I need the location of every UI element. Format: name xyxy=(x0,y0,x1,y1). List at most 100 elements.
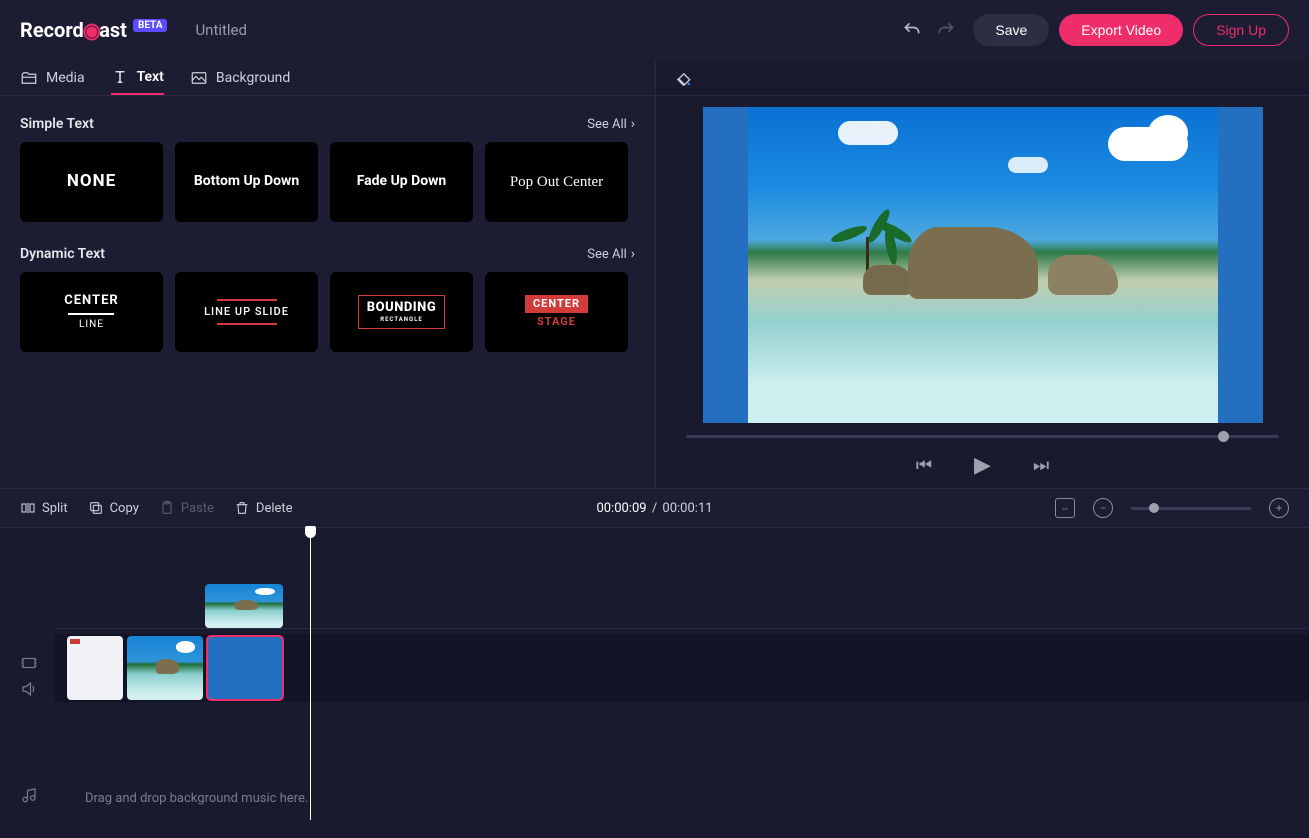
rewind-icon: ⏮ xyxy=(916,455,932,475)
divider-icon xyxy=(217,323,277,325)
text-preset-center-line[interactable]: CENTER LINE xyxy=(20,272,163,352)
chevron-right-icon: › xyxy=(631,116,635,132)
see-all-label: See All xyxy=(587,247,627,262)
text-preset-bounding-rectangle[interactable]: BOUNDING RECTANGLE xyxy=(330,272,473,352)
video-clip-2[interactable] xyxy=(127,636,203,700)
paste-icon xyxy=(159,500,175,516)
split-button[interactable]: Split xyxy=(20,500,68,516)
see-all-label: See All xyxy=(587,117,627,132)
preset-line-1: CENTER xyxy=(64,293,119,309)
forward-button[interactable]: ⏭ xyxy=(1033,455,1049,476)
preset-line-2: LINE xyxy=(79,319,104,332)
left-panel: Media Text Background Simple Text See Al… xyxy=(0,60,655,488)
toolbar-label: Delete xyxy=(256,501,293,516)
project-title[interactable]: Untitled xyxy=(195,21,247,39)
preset-line: LINE UP SLIDE xyxy=(204,305,289,319)
zoom-out-button[interactable]: − xyxy=(1093,498,1113,518)
logo-text-2: ast xyxy=(99,18,127,42)
cloud-icon xyxy=(1008,157,1048,173)
rock-icon xyxy=(1048,255,1118,295)
text-icon xyxy=(111,68,129,86)
overlay-clip[interactable] xyxy=(205,584,283,628)
text-preset-bottom-up-down[interactable]: Bottom Up Down xyxy=(175,142,318,222)
play-icon: ◉ xyxy=(82,17,100,42)
tab-text[interactable]: Text xyxy=(111,60,164,95)
preset-line-1: BOUNDING xyxy=(367,300,436,316)
divider-icon xyxy=(217,299,277,301)
tab-label: Background xyxy=(216,70,290,86)
export-video-button[interactable]: Export Video xyxy=(1059,14,1183,46)
paint-bucket-icon xyxy=(673,68,693,88)
video-preview[interactable] xyxy=(703,107,1263,423)
redo-button[interactable] xyxy=(929,13,963,47)
cloud-icon xyxy=(838,121,898,145)
text-preset-center-stage[interactable]: CENTER STAGE xyxy=(485,272,628,352)
fit-timeline-button[interactable]: ⇔ xyxy=(1055,498,1075,518)
beta-badge: BETA xyxy=(133,19,168,32)
text-preset-none[interactable]: NONE xyxy=(20,142,163,222)
paste-button[interactable]: Paste xyxy=(159,500,214,516)
signup-button[interactable]: Sign Up xyxy=(1193,14,1289,46)
playhead[interactable] xyxy=(310,528,311,820)
undo-button[interactable] xyxy=(895,13,929,47)
rewind-button[interactable]: ⏮ xyxy=(916,455,932,476)
background-icon xyxy=(190,69,208,87)
toolbar-label: Copy xyxy=(110,501,139,516)
preview-scrubber[interactable] xyxy=(686,435,1279,438)
tab-label: Media xyxy=(46,70,85,86)
undo-icon xyxy=(902,20,922,40)
section-simple-title: Simple Text xyxy=(20,116,94,132)
text-preset-fade-up-down[interactable]: Fade Up Down xyxy=(330,142,473,222)
preset-line-2: STAGE xyxy=(537,315,576,329)
toolbar-label: Split xyxy=(42,501,68,516)
section-dynamic-title: Dynamic Text xyxy=(20,246,105,262)
play-icon: ▶ xyxy=(974,452,991,477)
split-icon xyxy=(20,500,36,516)
delete-button[interactable]: Delete xyxy=(234,500,293,516)
cloud-icon xyxy=(1108,127,1188,161)
video-track-icon[interactable] xyxy=(20,654,38,676)
see-all-dynamic[interactable]: See All › xyxy=(587,246,635,262)
folder-icon xyxy=(20,69,38,87)
music-track[interactable]: Drag and drop background music here. xyxy=(55,776,1309,820)
video-clip-1[interactable] xyxy=(67,636,123,700)
tab-background[interactable]: Background xyxy=(190,60,290,95)
timeline: Drag and drop background music here. xyxy=(0,528,1309,838)
plus-icon: + xyxy=(1276,503,1282,514)
preset-line-1: CENTER xyxy=(525,295,588,313)
trash-icon xyxy=(234,500,250,516)
zoom-in-button[interactable]: + xyxy=(1269,498,1289,518)
preview-panel: ⏮ ▶ ⏭ xyxy=(655,60,1309,488)
toolbar-label: Paste xyxy=(181,501,214,516)
see-all-simple[interactable]: See All › xyxy=(587,116,635,132)
copy-button[interactable]: Copy xyxy=(88,500,139,516)
text-preset-line-up-slide[interactable]: LINE UP SLIDE xyxy=(175,272,318,352)
play-button[interactable]: ▶ xyxy=(974,452,991,478)
tab-media[interactable]: Media xyxy=(20,60,85,95)
redo-icon xyxy=(936,20,956,40)
fit-icon: ⇔ xyxy=(1060,503,1070,514)
video-clip-3-selected[interactable] xyxy=(207,636,283,700)
forward-icon: ⏭ xyxy=(1033,455,1049,475)
rock-icon xyxy=(908,227,1038,299)
music-track-icon[interactable] xyxy=(20,786,38,808)
divider-icon xyxy=(68,313,114,315)
time-total: 00:00:11 xyxy=(662,501,712,516)
track-area[interactable]: Drag and drop background music here. xyxy=(55,528,1309,820)
save-button[interactable]: Save xyxy=(973,14,1049,46)
copy-icon xyxy=(88,500,104,516)
minus-icon: − xyxy=(1100,503,1106,514)
time-sep: / xyxy=(652,501,657,516)
zoom-thumb[interactable] xyxy=(1149,503,1159,513)
zoom-slider[interactable] xyxy=(1131,507,1251,510)
chevron-right-icon: › xyxy=(631,246,635,262)
scrubber-thumb[interactable] xyxy=(1218,431,1229,442)
preset-line-2: RECTANGLE xyxy=(380,316,422,324)
audio-track-icon[interactable] xyxy=(20,680,38,702)
text-preset-pop-out-center[interactable]: Pop Out Center xyxy=(485,142,628,222)
logo[interactable]: Record◉ast BETA xyxy=(20,18,167,42)
logo-text-1: Record xyxy=(20,18,84,42)
tab-label: Text xyxy=(137,69,164,85)
rock-icon xyxy=(863,265,913,295)
background-color-button[interactable] xyxy=(670,65,696,91)
